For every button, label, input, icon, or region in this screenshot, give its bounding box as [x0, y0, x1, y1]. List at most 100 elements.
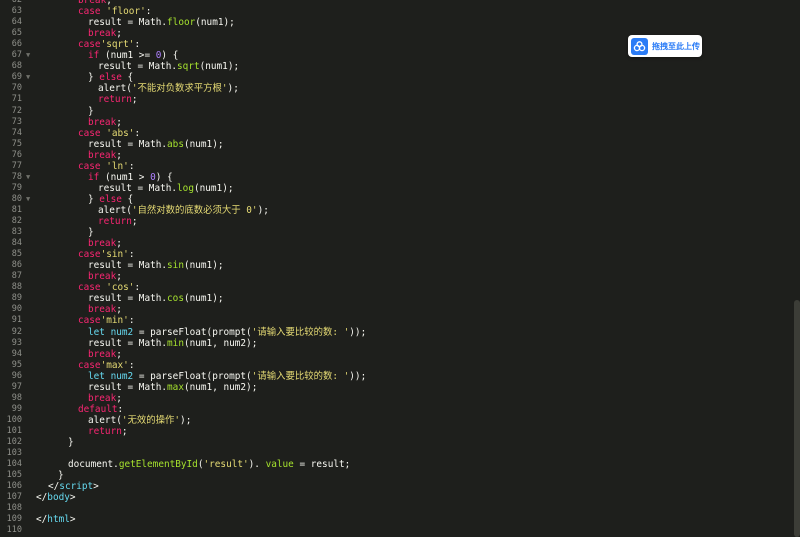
line-number: 95 [11, 359, 22, 370]
cloud-upload-icon [631, 37, 648, 55]
code-text: break; [88, 393, 122, 404]
line-number: 88 [11, 282, 22, 293]
code-token: > [93, 481, 99, 493]
line-number: 106 [6, 481, 22, 492]
code-text: </html> [36, 514, 76, 525]
code-token: ) { [161, 50, 179, 62]
line-number: 107 [6, 492, 22, 503]
code-text: result = Math.floor(num1); [88, 17, 235, 28]
code-text: case 'cos': [78, 282, 140, 293]
line-number: 92 [11, 326, 22, 337]
code-token: result = Math. [88, 337, 168, 349]
line-number: 67 [11, 50, 22, 61]
code-token: ; [116, 304, 122, 316]
code-line: 97 result = Math.max(num1, num2); [0, 382, 794, 393]
code-editor[interactable]: 62 break; 63 case 'floor': 64 result = Math.f… [0, 0, 794, 537]
code-token: result = Math. [88, 381, 168, 393]
line-number: 69 [11, 72, 22, 83]
code-line: 100 alert('无效的操作'); [0, 415, 794, 426]
code-text: result = Math.abs(num1); [88, 139, 223, 150]
vertical-scrollbar[interactable] [794, 300, 800, 537]
code-token: )); [349, 326, 367, 338]
code-token: floor [167, 17, 196, 29]
line-number: 70 [11, 83, 22, 94]
code-text: } [88, 106, 94, 117]
code-token: : [117, 403, 124, 415]
line-number: 105 [6, 470, 22, 481]
code-line: 108 [0, 503, 794, 514]
code-line: 64 result = Math.floor(num1); [0, 17, 794, 28]
code-line: 86 result = Math.sin(num1); [0, 260, 794, 271]
code-line: 78 ▼ if (num1 > 0) { [0, 172, 794, 183]
code-token: break [88, 271, 117, 283]
line-number: 90 [11, 304, 22, 315]
code-token: if [88, 171, 100, 183]
code-token: (num1); [183, 293, 224, 305]
code-token: case [78, 359, 101, 371]
line-number: 103 [6, 448, 22, 459]
code-line: 71 return; [0, 94, 794, 105]
code-line: 96 let num2 = parseFloat(prompt('请输入要比较的数… [0, 371, 794, 382]
code-token: '无效的操作' [121, 414, 181, 426]
code-token: } [88, 193, 100, 205]
code-token: let [88, 370, 105, 382]
code-token: ). [248, 459, 266, 471]
code-token: ; [131, 216, 138, 227]
code-token: > [69, 492, 76, 504]
code-text: case'max': [78, 360, 134, 371]
code-line: 106 </script> [0, 481, 794, 492]
code-token: (num1, num2); [183, 381, 258, 393]
code-token: cos [167, 293, 184, 305]
code-token: (num1); [183, 260, 224, 272]
code-token: ); [180, 414, 192, 426]
code-token: 'cos' [106, 282, 135, 294]
code-token: return [98, 216, 132, 227]
code-line: 85 case'sin': [0, 249, 794, 260]
code-line: 101 return; [0, 426, 794, 437]
code-token: break [88, 28, 117, 40]
code-token: ; [116, 238, 122, 250]
code-token: min [167, 337, 184, 349]
code-text: break; [88, 304, 122, 315]
line-number: 104 [6, 459, 22, 470]
code-line: 92 let num2 = parseFloat(prompt('请输入要比较的数… [0, 327, 794, 338]
fold-arrow-icon[interactable]: ▼ [26, 172, 30, 183]
fold-arrow-icon[interactable]: ▼ [26, 72, 30, 83]
drag-upload-button[interactable]: 拖拽至此上传 [628, 35, 702, 57]
code-token: (num1 > [99, 171, 151, 183]
code-line: 87 break; [0, 271, 794, 282]
code-token: let [88, 326, 105, 338]
code-token: alert( [98, 83, 132, 95]
line-number: 97 [11, 381, 22, 392]
code-token: alert( [98, 204, 132, 216]
fold-arrow-icon[interactable]: ▼ [26, 194, 30, 205]
line-number: 80 [11, 193, 22, 204]
code-token: (num1); [193, 182, 234, 194]
line-number: 77 [11, 160, 22, 171]
code-token: '请输入要比较的数: ' [251, 326, 350, 338]
code-text: break; [88, 28, 122, 39]
code-token: </ [36, 492, 48, 504]
code-text: case 'ln': [78, 161, 134, 172]
code-text: } else { [88, 72, 133, 83]
code-token: value [265, 459, 294, 471]
code-line: 104 document.getElementById('result'). va… [0, 459, 794, 470]
code-line: 81 alert('自然对数的底数必须大于 0'); [0, 205, 794, 216]
code-token: } [68, 437, 74, 448]
code-token: log [177, 182, 194, 194]
code-token: (num1 >= [99, 50, 156, 62]
code-token: </ [36, 514, 48, 526]
code-text: return; [98, 94, 138, 105]
code-line: 102} [0, 437, 794, 448]
fold-arrow-icon[interactable]: ▼ [26, 50, 30, 61]
code-token: : [128, 315, 135, 327]
code-line: 83} [0, 227, 794, 238]
line-number: 100 [6, 414, 22, 425]
code-text: break; [88, 150, 122, 161]
line-number: 99 [11, 403, 22, 414]
code-token: case [78, 315, 101, 327]
code-token: abs [167, 138, 184, 150]
code-token: case [78, 39, 101, 51]
code-text: } [58, 470, 64, 481]
code-token: case [78, 249, 101, 261]
